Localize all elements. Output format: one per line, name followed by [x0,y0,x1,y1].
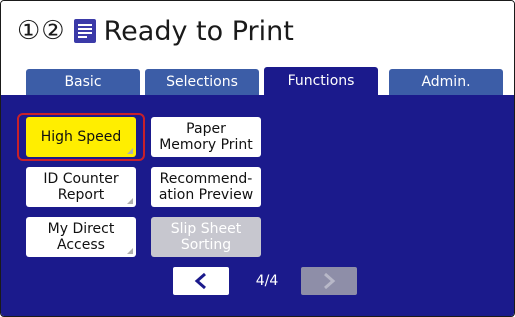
status-text: Ready to Print [103,15,294,47]
paper-memory-print-label: Paper Memory Print [159,121,253,153]
status-title: ①② Ready to Print [17,13,294,49]
prev-page-button[interactable] [173,267,229,295]
slip-sheet-sorting-button[interactable]: Slip Sheet Sorting [151,217,261,257]
page-indicator: 4/4 [255,273,279,289]
next-page-button[interactable] [301,267,357,295]
id-counter-report-button[interactable]: ID Counter Report [26,167,136,207]
my-direct-access-label: My Direct Access [47,221,115,253]
paper-memory-print-button[interactable]: Paper Memory Print [151,117,261,157]
recommendation-preview-label: Recommend- ation Preview [158,171,254,203]
high-speed-label: High Speed [40,129,122,145]
high-speed-button[interactable]: High Speed [26,117,136,157]
chevron-left-icon [194,272,206,290]
id-counter-report-label: ID Counter Report [43,171,119,203]
tab-basic[interactable]: Basic [26,69,140,95]
corner-mark-icon [127,248,133,254]
my-direct-access-button[interactable]: My Direct Access [26,217,136,257]
slip-sheet-sorting-label: Slip Sheet Sorting [170,221,242,253]
corner-mark-icon [127,198,133,204]
screen-frame: ①② Ready to Print Basic Selections Funct… [0,0,515,317]
document-icon [73,19,96,43]
corner-mark-icon [127,148,133,154]
slot-indicator: ①② [17,16,66,46]
header-bar: ①② Ready to Print [1,1,514,69]
tab-admin[interactable]: Admin. [389,69,503,95]
tab-bar: Basic Selections Functions Admin. [1,67,514,95]
tab-selections[interactable]: Selections [145,69,259,95]
recommendation-preview-button[interactable]: Recommend- ation Preview [151,167,261,207]
chevron-right-icon [324,272,336,290]
tab-functions[interactable]: Functions [264,67,378,95]
